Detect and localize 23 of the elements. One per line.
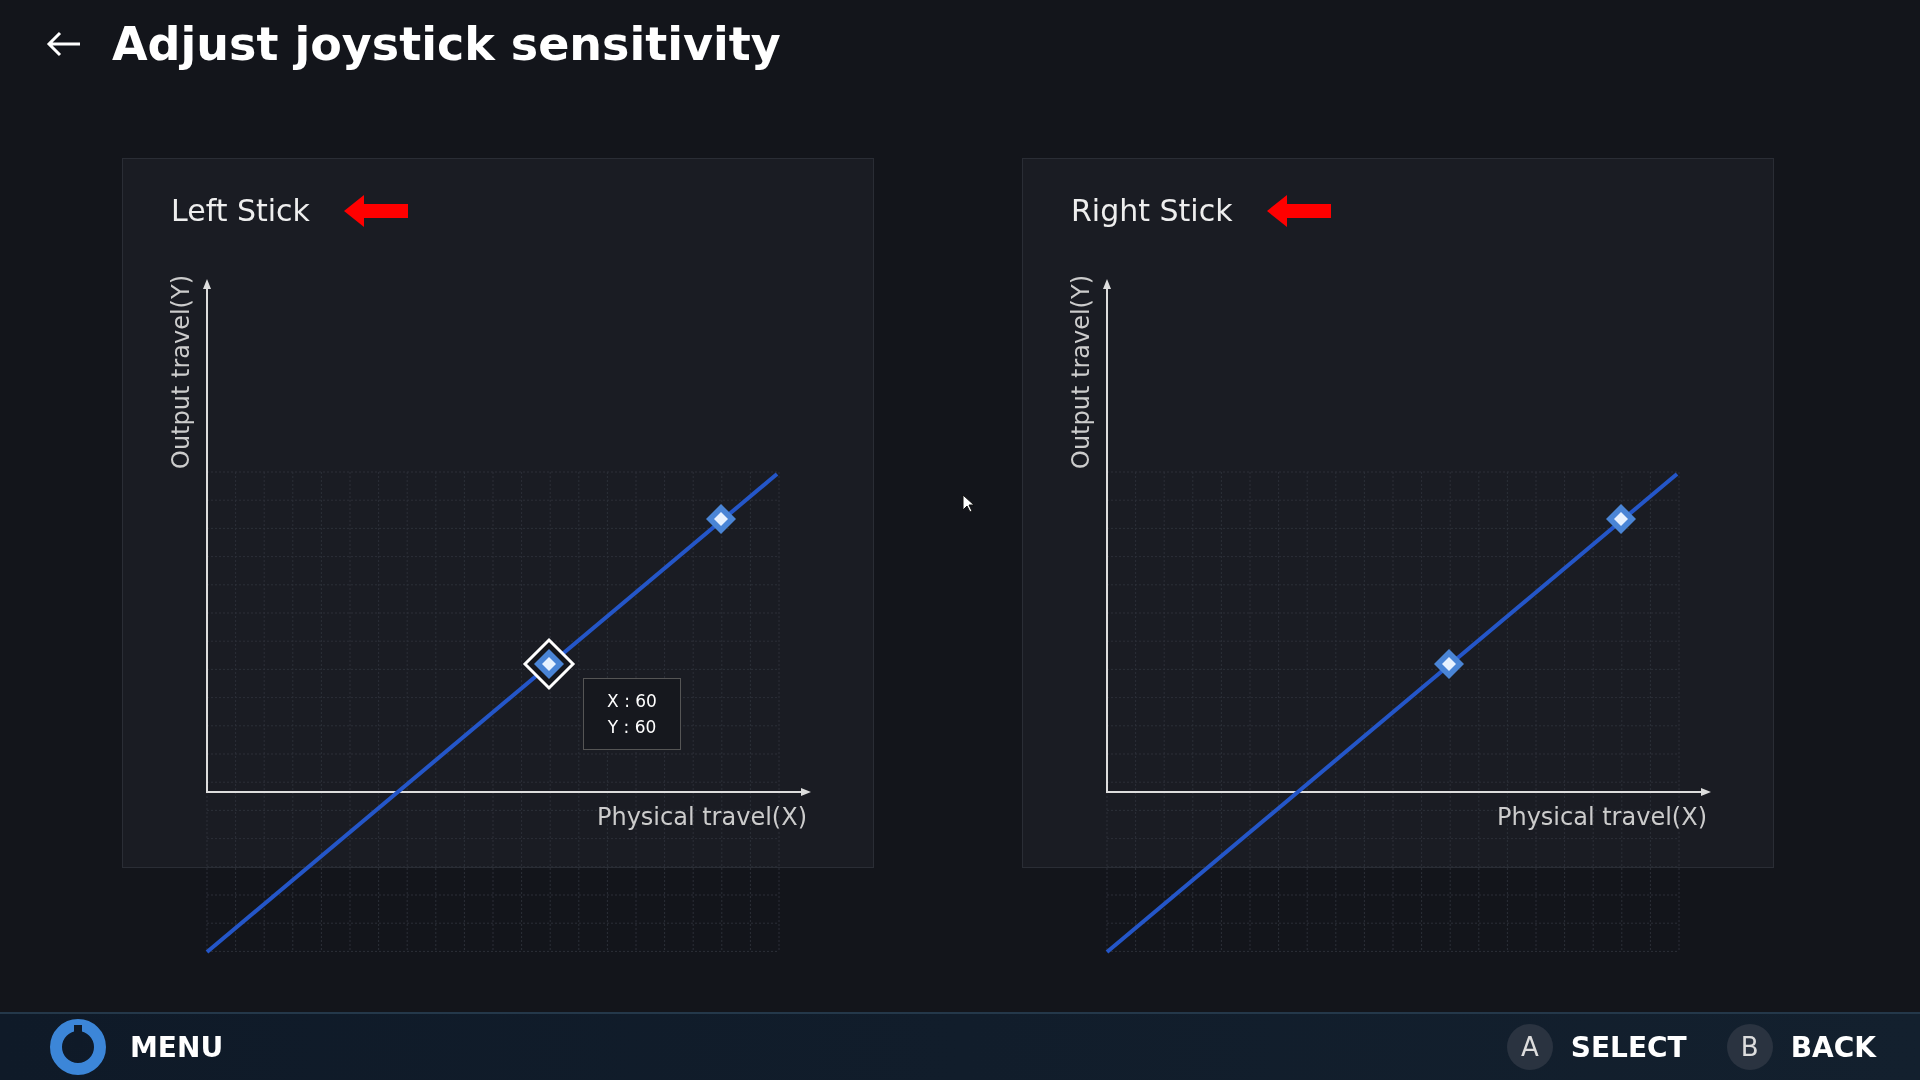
panel-title: Right Stick xyxy=(1071,193,1233,228)
y-axis-label: Output travel(Y) xyxy=(1067,275,1095,469)
controller-key: B xyxy=(1726,1024,1773,1070)
action-label[interactable]: SELECT xyxy=(1570,1030,1687,1064)
menu-label[interactable]: MENU xyxy=(130,1030,224,1064)
coordinate-value: X : 60 xyxy=(607,691,657,711)
ring-logo-icon xyxy=(48,1017,108,1077)
page-title: Adjust joystick sensitivity xyxy=(112,17,781,71)
arrow-left-icon xyxy=(344,194,408,227)
action-label[interactable]: BACK xyxy=(1790,1030,1876,1064)
arrow-left-icon xyxy=(1266,194,1331,227)
curve-handle[interactable] xyxy=(1606,504,1636,534)
controller-key: A xyxy=(1506,1024,1553,1070)
back-arrow-icon[interactable] xyxy=(46,30,82,58)
panel-title: Left Stick xyxy=(171,193,310,228)
curve-handle[interactable] xyxy=(706,504,736,534)
x-axis-label: Physical travel(X) xyxy=(596,803,807,831)
y-axis-label: Output travel(Y) xyxy=(167,275,195,469)
mouse-pointer-icon xyxy=(962,494,974,512)
coordinate-value: Y : 60 xyxy=(607,717,657,737)
curve-handle[interactable] xyxy=(1434,649,1464,679)
curve-handle[interactable] xyxy=(522,637,576,691)
x-axis-label: Physical travel(X) xyxy=(1496,803,1707,831)
